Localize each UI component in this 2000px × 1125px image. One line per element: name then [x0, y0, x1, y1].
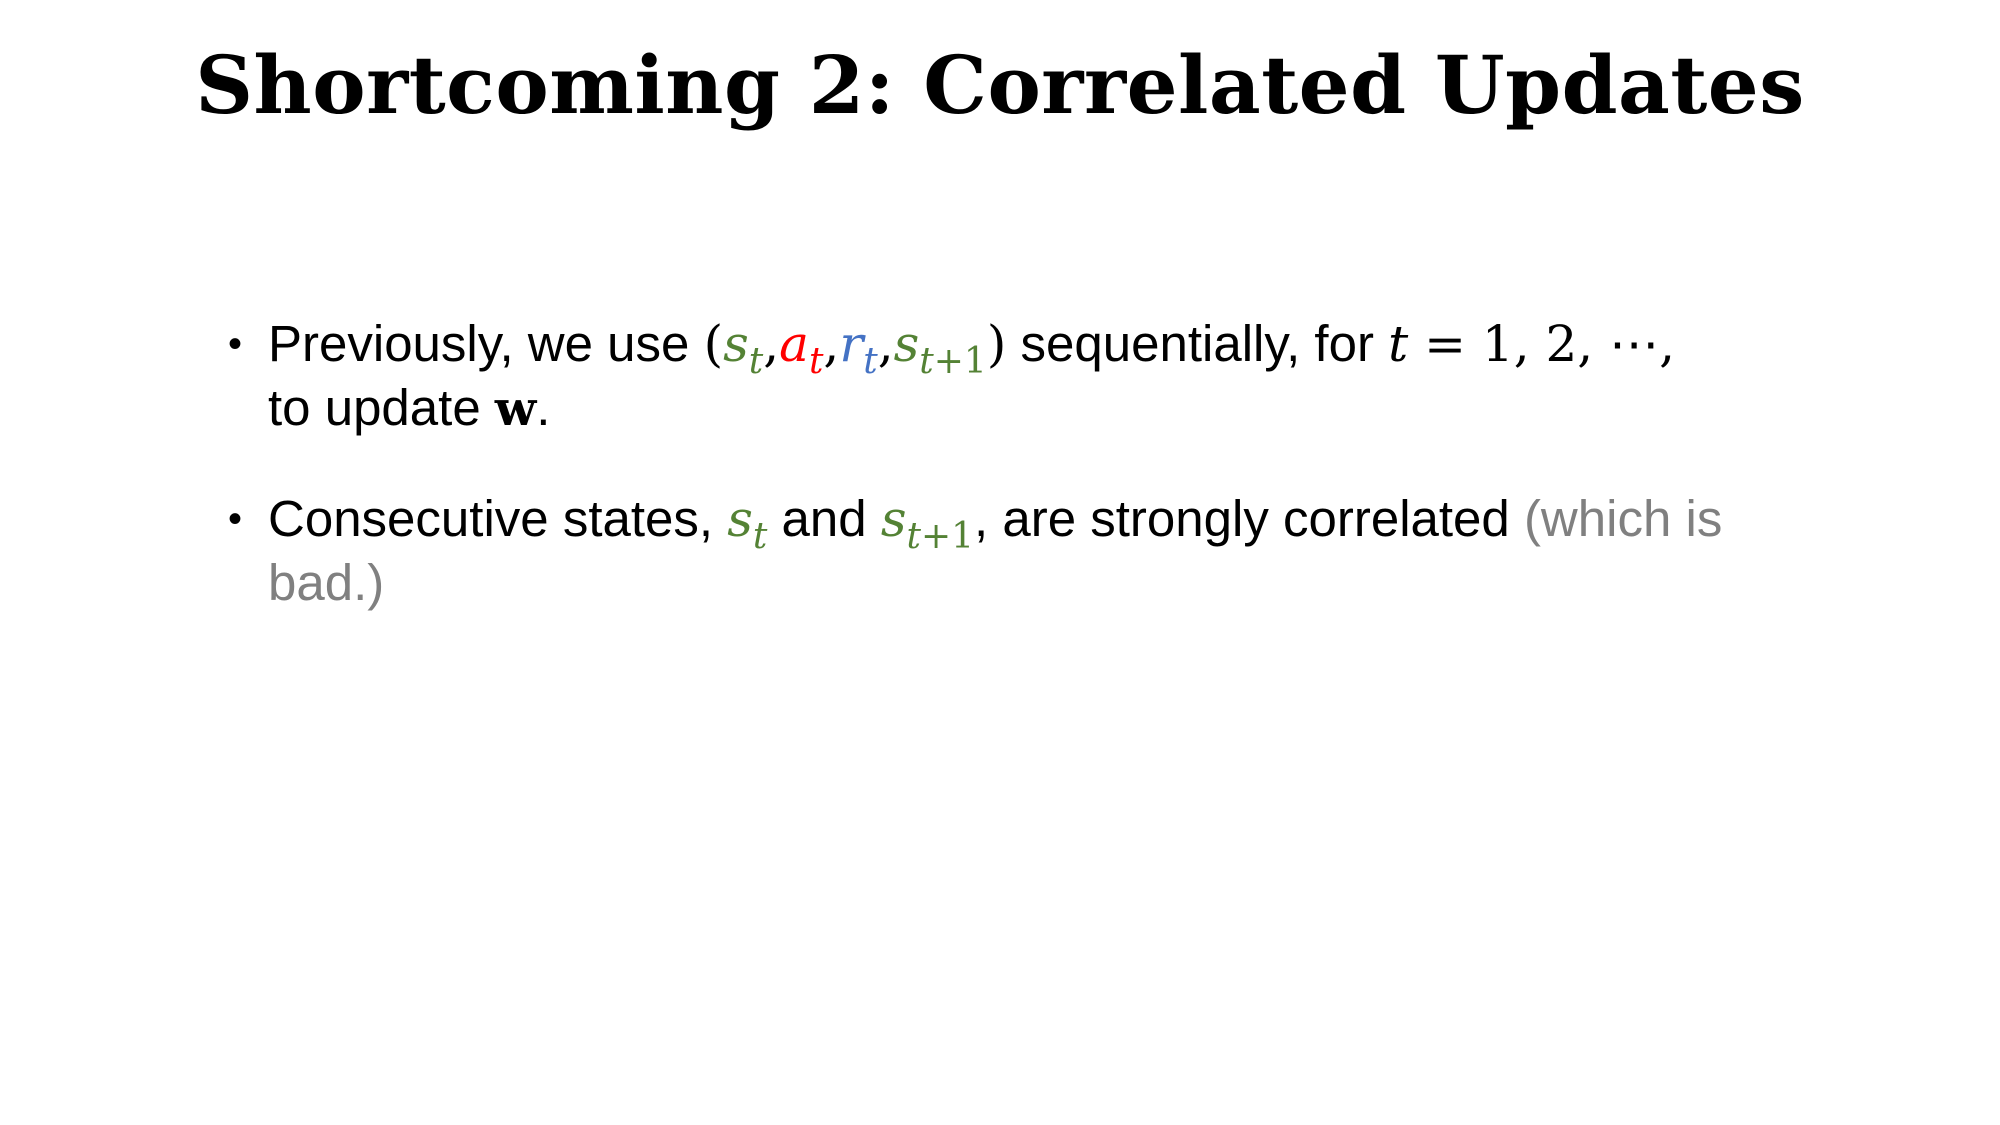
next-state-subscript: t+1: [919, 341, 987, 382]
action-symbol: at: [779, 315, 823, 380]
next-state-subscript-offset: +1: [933, 341, 987, 382]
next-state-symbol: st+1: [880, 490, 974, 555]
bullet-list: • Previously, we use (st,at,rt,st+1) seq…: [228, 312, 1788, 661]
next-state-subscript: t+1: [906, 516, 974, 557]
bullet-item-consecutive: • Consecutive states, st and st+1, are s…: [228, 487, 1788, 615]
action-var: a: [779, 315, 809, 373]
bullet-text: and: [767, 490, 881, 547]
tuple-close-paren: ): [986, 315, 1007, 373]
bullet-marker: •: [228, 497, 243, 541]
action-subscript: t: [808, 341, 824, 382]
comma: ,: [763, 315, 780, 373]
weights-symbol: w: [494, 381, 537, 437]
tuple-open-paren: (: [703, 315, 724, 373]
state-subscript: t: [748, 341, 764, 382]
next-state-symbol: st+1: [893, 315, 987, 380]
state-var: s: [723, 315, 749, 373]
state-subscript: t: [752, 516, 768, 557]
reward-var: r: [839, 315, 864, 373]
state-symbol: st: [723, 315, 763, 380]
time-sequence: = 1, 2, ⋯,: [1408, 315, 1675, 373]
reward-symbol: rt: [839, 315, 877, 380]
bullet-text: .: [536, 379, 551, 436]
reward-subscript: t: [863, 341, 878, 382]
bullet-text: Previously, we use: [268, 315, 704, 372]
next-state-subscript-var: t: [919, 341, 934, 382]
next-state-subscript-offset: +1: [920, 516, 975, 557]
time-var: t: [1388, 315, 1409, 373]
state-var: s: [727, 490, 753, 548]
bullet-text: to update: [268, 379, 495, 436]
next-state-subscript-var: t: [906, 516, 921, 557]
bullet-item-previously: • Previously, we use (st,at,rt,st+1) seq…: [228, 312, 1788, 441]
bullet-text: Consecutive states,: [268, 490, 728, 547]
slide-title: Shortcoming 2: Correlated Updates: [195, 38, 1805, 132]
bullet-marker: •: [228, 322, 243, 366]
next-state-var: s: [893, 315, 920, 373]
bullet-text: , are strongly correlated: [974, 490, 1524, 547]
comma: ,: [823, 315, 840, 373]
bullet-text: sequentially, for: [1006, 315, 1389, 372]
state-symbol: st: [727, 490, 767, 555]
comma: ,: [877, 315, 894, 373]
next-state-var: s: [880, 490, 907, 548]
slide: Shortcoming 2: Correlated Updates • Prev…: [0, 0, 2000, 1125]
